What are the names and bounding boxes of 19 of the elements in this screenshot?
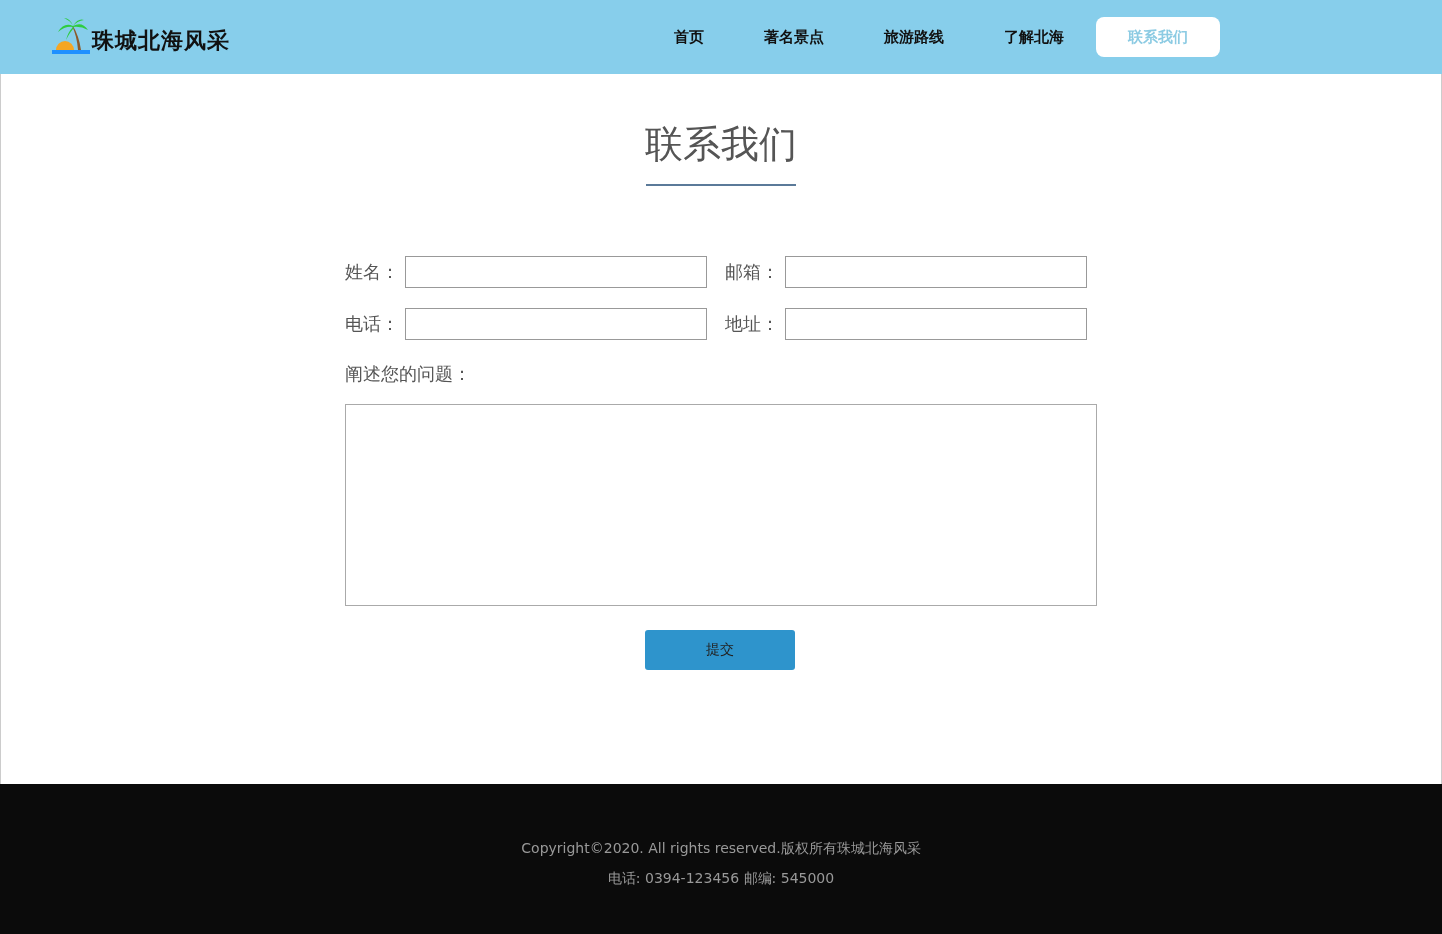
nav-link[interactable]: 首页 [646, 17, 732, 57]
question-label: 阐述您的问题： [345, 362, 472, 386]
palm-island-icon [52, 18, 90, 56]
field-label: 邮箱： [725, 260, 780, 284]
submit-button[interactable]: 提交 [645, 630, 795, 670]
site-logo-text[interactable]: 珠城北海风采 [92, 26, 230, 56]
field-label: 地址： [725, 312, 780, 336]
input-field[interactable] [405, 308, 707, 340]
input-field[interactable] [785, 256, 1087, 288]
field-label: 电话： [345, 312, 400, 336]
nav-link[interactable]: 旅游路线 [856, 17, 972, 57]
page-title: 联系我们 [645, 121, 797, 168]
footer-text: Copyright©2020. All rights reserved.版权所有珠城北海风采 [521, 839, 921, 858]
footer-text: 电话: 0394-123456 邮编: 545000 [607, 869, 835, 888]
nav-link[interactable]: 了解北海 [976, 17, 1092, 57]
input-field[interactable] [785, 308, 1087, 340]
input-field[interactable] [405, 256, 707, 288]
nav-link[interactable]: 著名景点 [736, 17, 852, 57]
field-label: 姓名： [345, 260, 400, 284]
